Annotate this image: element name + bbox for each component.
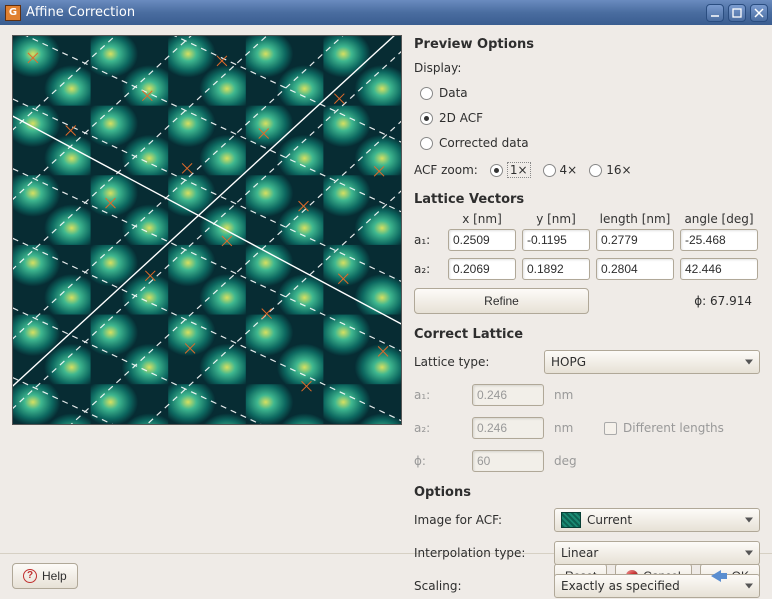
radio-zoom-1x[interactable]: 1× [490, 159, 531, 181]
a2-label: a₂: [414, 262, 442, 276]
help-button[interactable]: ? Help [12, 563, 78, 589]
preview-options-heading: Preview Options [414, 37, 760, 52]
thumbnail-icon [561, 512, 581, 528]
radio-label: Corrected data [439, 136, 529, 150]
select-value: Exactly as specified [561, 579, 680, 593]
select-value: Current [587, 513, 632, 527]
radio-icon [420, 112, 433, 125]
close-icon [754, 8, 764, 18]
a1-label: a₁: [414, 233, 442, 247]
a1-angle-input[interactable] [680, 229, 758, 251]
col-x: x [nm] [448, 212, 516, 226]
maximize-icon [732, 8, 742, 18]
radio-display-data[interactable]: Data [420, 82, 760, 104]
a1-y-input[interactable] [522, 229, 590, 251]
correct-phi-input [472, 450, 544, 472]
a2-x-input[interactable] [448, 258, 516, 280]
a1-x-input[interactable] [448, 229, 516, 251]
correct-a2-unit: nm [554, 421, 594, 435]
radio-icon [543, 164, 556, 177]
radio-icon [420, 87, 433, 100]
different-lengths-label: Different lengths [623, 421, 724, 435]
options-heading: Options [414, 485, 760, 500]
refine-label: Refine [484, 294, 519, 308]
correct-a2-label: a₂: [414, 421, 462, 435]
radio-display-2dacf[interactable]: 2D ACF [420, 107, 760, 129]
radio-icon [589, 164, 602, 177]
image-for-acf-select[interactable]: Current [554, 508, 760, 532]
correct-lattice-heading: Correct Lattice [414, 327, 760, 342]
ok-icon [711, 570, 727, 582]
acf-zoom-label: ACF zoom: [414, 163, 478, 177]
app-icon: G [5, 5, 21, 21]
close-button[interactable] [750, 4, 768, 22]
col-angle: angle [deg] [680, 212, 758, 226]
col-length: length [nm] [596, 212, 674, 226]
maximize-button[interactable] [728, 4, 746, 22]
select-value: Linear [561, 546, 598, 560]
radio-label: 2D ACF [439, 111, 483, 125]
minimize-button[interactable] [706, 4, 724, 22]
select-value: HOPG [551, 355, 586, 369]
correct-a1-unit: nm [554, 388, 594, 402]
radio-label: 16× [606, 163, 631, 177]
radio-icon [420, 137, 433, 150]
a2-length-input[interactable] [596, 258, 674, 280]
help-icon: ? [23, 569, 37, 583]
radio-display-corrected[interactable]: Corrected data [420, 132, 760, 154]
phi-value: ϕ: 67.914 [601, 294, 760, 308]
refine-button[interactable]: Refine [414, 288, 589, 314]
different-lengths-checkbox [604, 422, 617, 435]
interpolation-type-label: Interpolation type: [414, 546, 544, 560]
correct-phi-unit: deg [554, 454, 594, 468]
image-for-acf-label: Image for ACF: [414, 513, 544, 527]
a2-y-input[interactable] [522, 258, 590, 280]
window-title: Affine Correction [26, 5, 704, 20]
radio-label: Data [439, 86, 468, 100]
radio-zoom-4x[interactable]: 4× [543, 159, 578, 181]
chevron-down-icon [745, 518, 753, 523]
a2-angle-input[interactable] [680, 258, 758, 280]
lattice-vectors-heading: Lattice Vectors [414, 192, 760, 207]
display-label: Display: [414, 57, 760, 79]
correct-a2-input [472, 417, 544, 439]
scaling-label: Scaling: [414, 579, 544, 593]
col-y: y [nm] [522, 212, 590, 226]
chevron-down-icon [745, 584, 753, 589]
titlebar: G Affine Correction [0, 0, 772, 25]
lattice-type-label: Lattice type: [414, 355, 534, 369]
radio-label: 1× [507, 162, 531, 178]
chevron-down-icon [745, 360, 753, 365]
correct-a1-input [472, 384, 544, 406]
interpolation-type-select[interactable]: Linear [554, 541, 760, 565]
radio-label: 4× [560, 163, 578, 177]
radio-icon [490, 164, 503, 177]
chevron-down-icon [745, 551, 753, 556]
correct-phi-label: ϕ: [414, 454, 462, 468]
a1-length-input[interactable] [596, 229, 674, 251]
preview-image[interactable] [12, 35, 402, 425]
correct-a1-label: a₁: [414, 388, 462, 402]
scaling-select[interactable]: Exactly as specified [554, 574, 760, 598]
radio-zoom-16x[interactable]: 16× [589, 159, 631, 181]
help-label: Help [42, 569, 67, 583]
minimize-icon [710, 8, 720, 18]
lattice-type-select[interactable]: HOPG [544, 350, 760, 374]
